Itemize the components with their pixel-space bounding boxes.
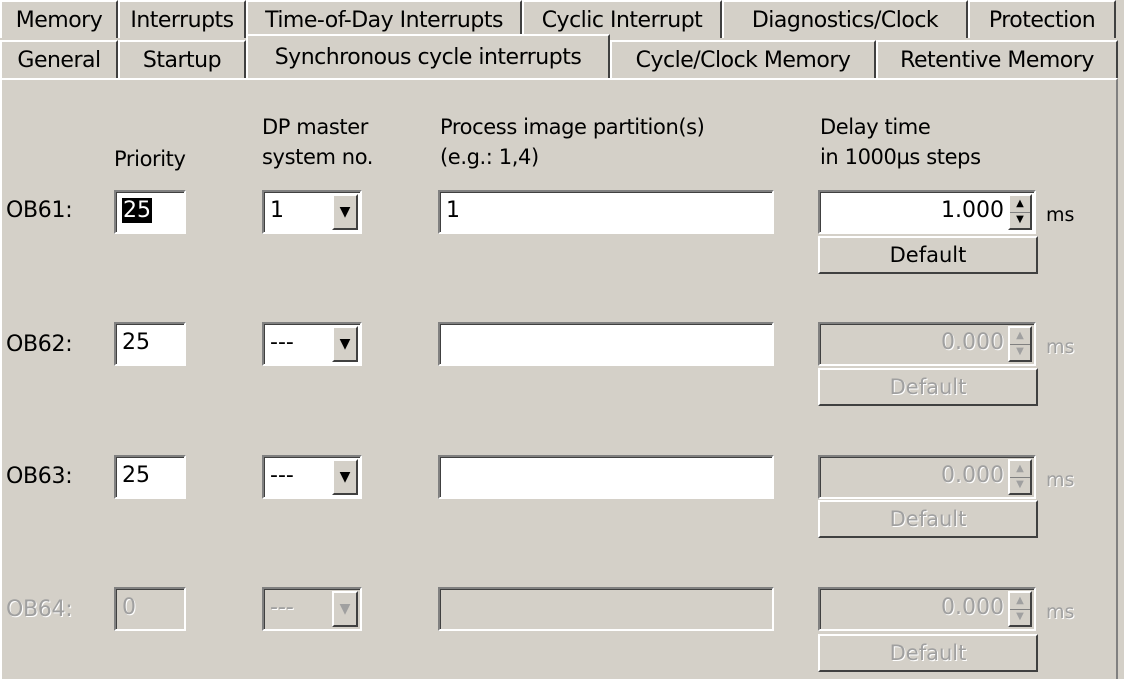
ob61-delay-value: 1.000 — [941, 198, 1004, 223]
ob61-priority-value: 25 — [122, 198, 152, 223]
tab-row-top: Memory Interrupts Time-of-Day Interrupts… — [0, 0, 1116, 38]
header-partition-line2: (e.g.: 1,4) — [440, 145, 539, 169]
chevron-down-icon[interactable]: ▼ — [332, 326, 358, 362]
ob61-default-button[interactable]: Default — [818, 236, 1038, 274]
tab-general[interactable]: General — [0, 40, 118, 78]
ob64-delay-spinbox: 0.000 ▲ ▼ — [818, 587, 1036, 631]
ob63-delay-value: 0.000 — [941, 463, 1004, 488]
chevron-down-icon[interactable]: ▼ — [332, 459, 358, 495]
ob62-default-button: Default — [818, 368, 1038, 406]
chevron-down-icon[interactable]: ▼ — [332, 194, 358, 230]
ob62-delay-value: 0.000 — [941, 330, 1004, 355]
ob61-dp-master-value: 1 — [270, 198, 284, 223]
tab-time-of-day-interrupts[interactable]: Time-of-Day Interrupts — [246, 0, 522, 38]
ob62-priority-value: 25 — [122, 330, 150, 355]
spinner-arrows-icon: ▲ ▼ — [1008, 459, 1032, 495]
ob61-partition-value: 1 — [446, 198, 460, 223]
spinner-arrows-icon: ▲ ▼ — [1008, 591, 1032, 627]
ob63-dp-master-value: --- — [270, 463, 294, 488]
tab-cyclic-interrupt[interactable]: Cyclic Interrupt — [522, 0, 722, 38]
ob62-unit: ms — [1046, 336, 1075, 358]
ob63-unit: ms — [1046, 469, 1075, 491]
tab-row-bottom: General Startup Synchronous cycle interr… — [0, 34, 1118, 78]
ob64-delay-value: 0.000 — [941, 595, 1004, 620]
chevron-down-icon: ▼ — [332, 591, 358, 627]
ob63-default-button: Default — [818, 500, 1038, 538]
tab-startup[interactable]: Startup — [118, 40, 246, 78]
ob64-default-button: Default — [818, 634, 1038, 672]
ob64-unit: ms — [1046, 601, 1075, 623]
ob61-unit: ms — [1046, 204, 1075, 226]
ob63-priority-value: 25 — [122, 463, 150, 488]
ob61-label: OB61: — [6, 198, 73, 223]
ob64-dp-master-value: --- — [270, 595, 294, 620]
ob61-delay-spinbox[interactable]: 1.000 ▲ ▼ — [818, 190, 1036, 234]
ob64-priority-value: 0 — [122, 595, 136, 620]
header-delay-line1: Delay time — [820, 115, 931, 139]
header-priority: Priority — [114, 147, 186, 171]
header-dp-master-line2: system no. — [262, 145, 374, 169]
ob61-partition-input[interactable]: 1 — [438, 190, 774, 234]
tab-memory[interactable]: Memory — [0, 0, 118, 38]
ob62-dp-master-select[interactable]: --- ▼ — [262, 322, 362, 366]
ob64-partition-input — [438, 587, 774, 631]
tab-protection[interactable]: Protection — [968, 0, 1116, 38]
ob62-label: OB62: — [6, 332, 73, 357]
tab-retentive-memory[interactable]: Retentive Memory — [876, 40, 1118, 78]
spinner-arrows-icon: ▲ ▼ — [1008, 326, 1032, 362]
ob62-partition-input[interactable] — [438, 322, 774, 366]
ob61-dp-master-select[interactable]: 1 ▼ — [262, 190, 362, 234]
ob64-dp-master-select: --- ▼ — [262, 587, 362, 631]
spinner-arrows-icon[interactable]: ▲ ▼ — [1008, 194, 1032, 230]
ob63-delay-spinbox: 0.000 ▲ ▼ — [818, 455, 1036, 499]
ob64-priority-input: 0 — [114, 587, 186, 631]
tab-interrupts[interactable]: Interrupts — [118, 0, 246, 38]
header-dp-master-line1: DP master — [262, 115, 368, 139]
tab-diagnostics-clock[interactable]: Diagnostics/Clock — [722, 0, 968, 38]
header-partition-line1: Process image partition(s) — [440, 115, 705, 139]
ob61-priority-input[interactable]: 25 — [114, 190, 186, 234]
ob63-dp-master-select[interactable]: --- ▼ — [262, 455, 362, 499]
ob62-delay-spinbox: 0.000 ▲ ▼ — [818, 322, 1036, 366]
ob63-priority-input[interactable]: 25 — [114, 455, 186, 499]
tab-cycle-clock-memory[interactable]: Cycle/Clock Memory — [610, 40, 876, 78]
ob64-label: OB64: — [6, 597, 73, 622]
header-delay-line2: in 1000µs steps — [820, 145, 981, 169]
ob63-partition-input[interactable] — [438, 455, 774, 499]
ob62-dp-master-value: --- — [270, 330, 294, 355]
ob62-priority-input[interactable]: 25 — [114, 322, 186, 366]
tab-synchronous-cycle-interrupts[interactable]: Synchronous cycle interrupts — [246, 34, 610, 78]
ob63-label: OB63: — [6, 464, 73, 489]
